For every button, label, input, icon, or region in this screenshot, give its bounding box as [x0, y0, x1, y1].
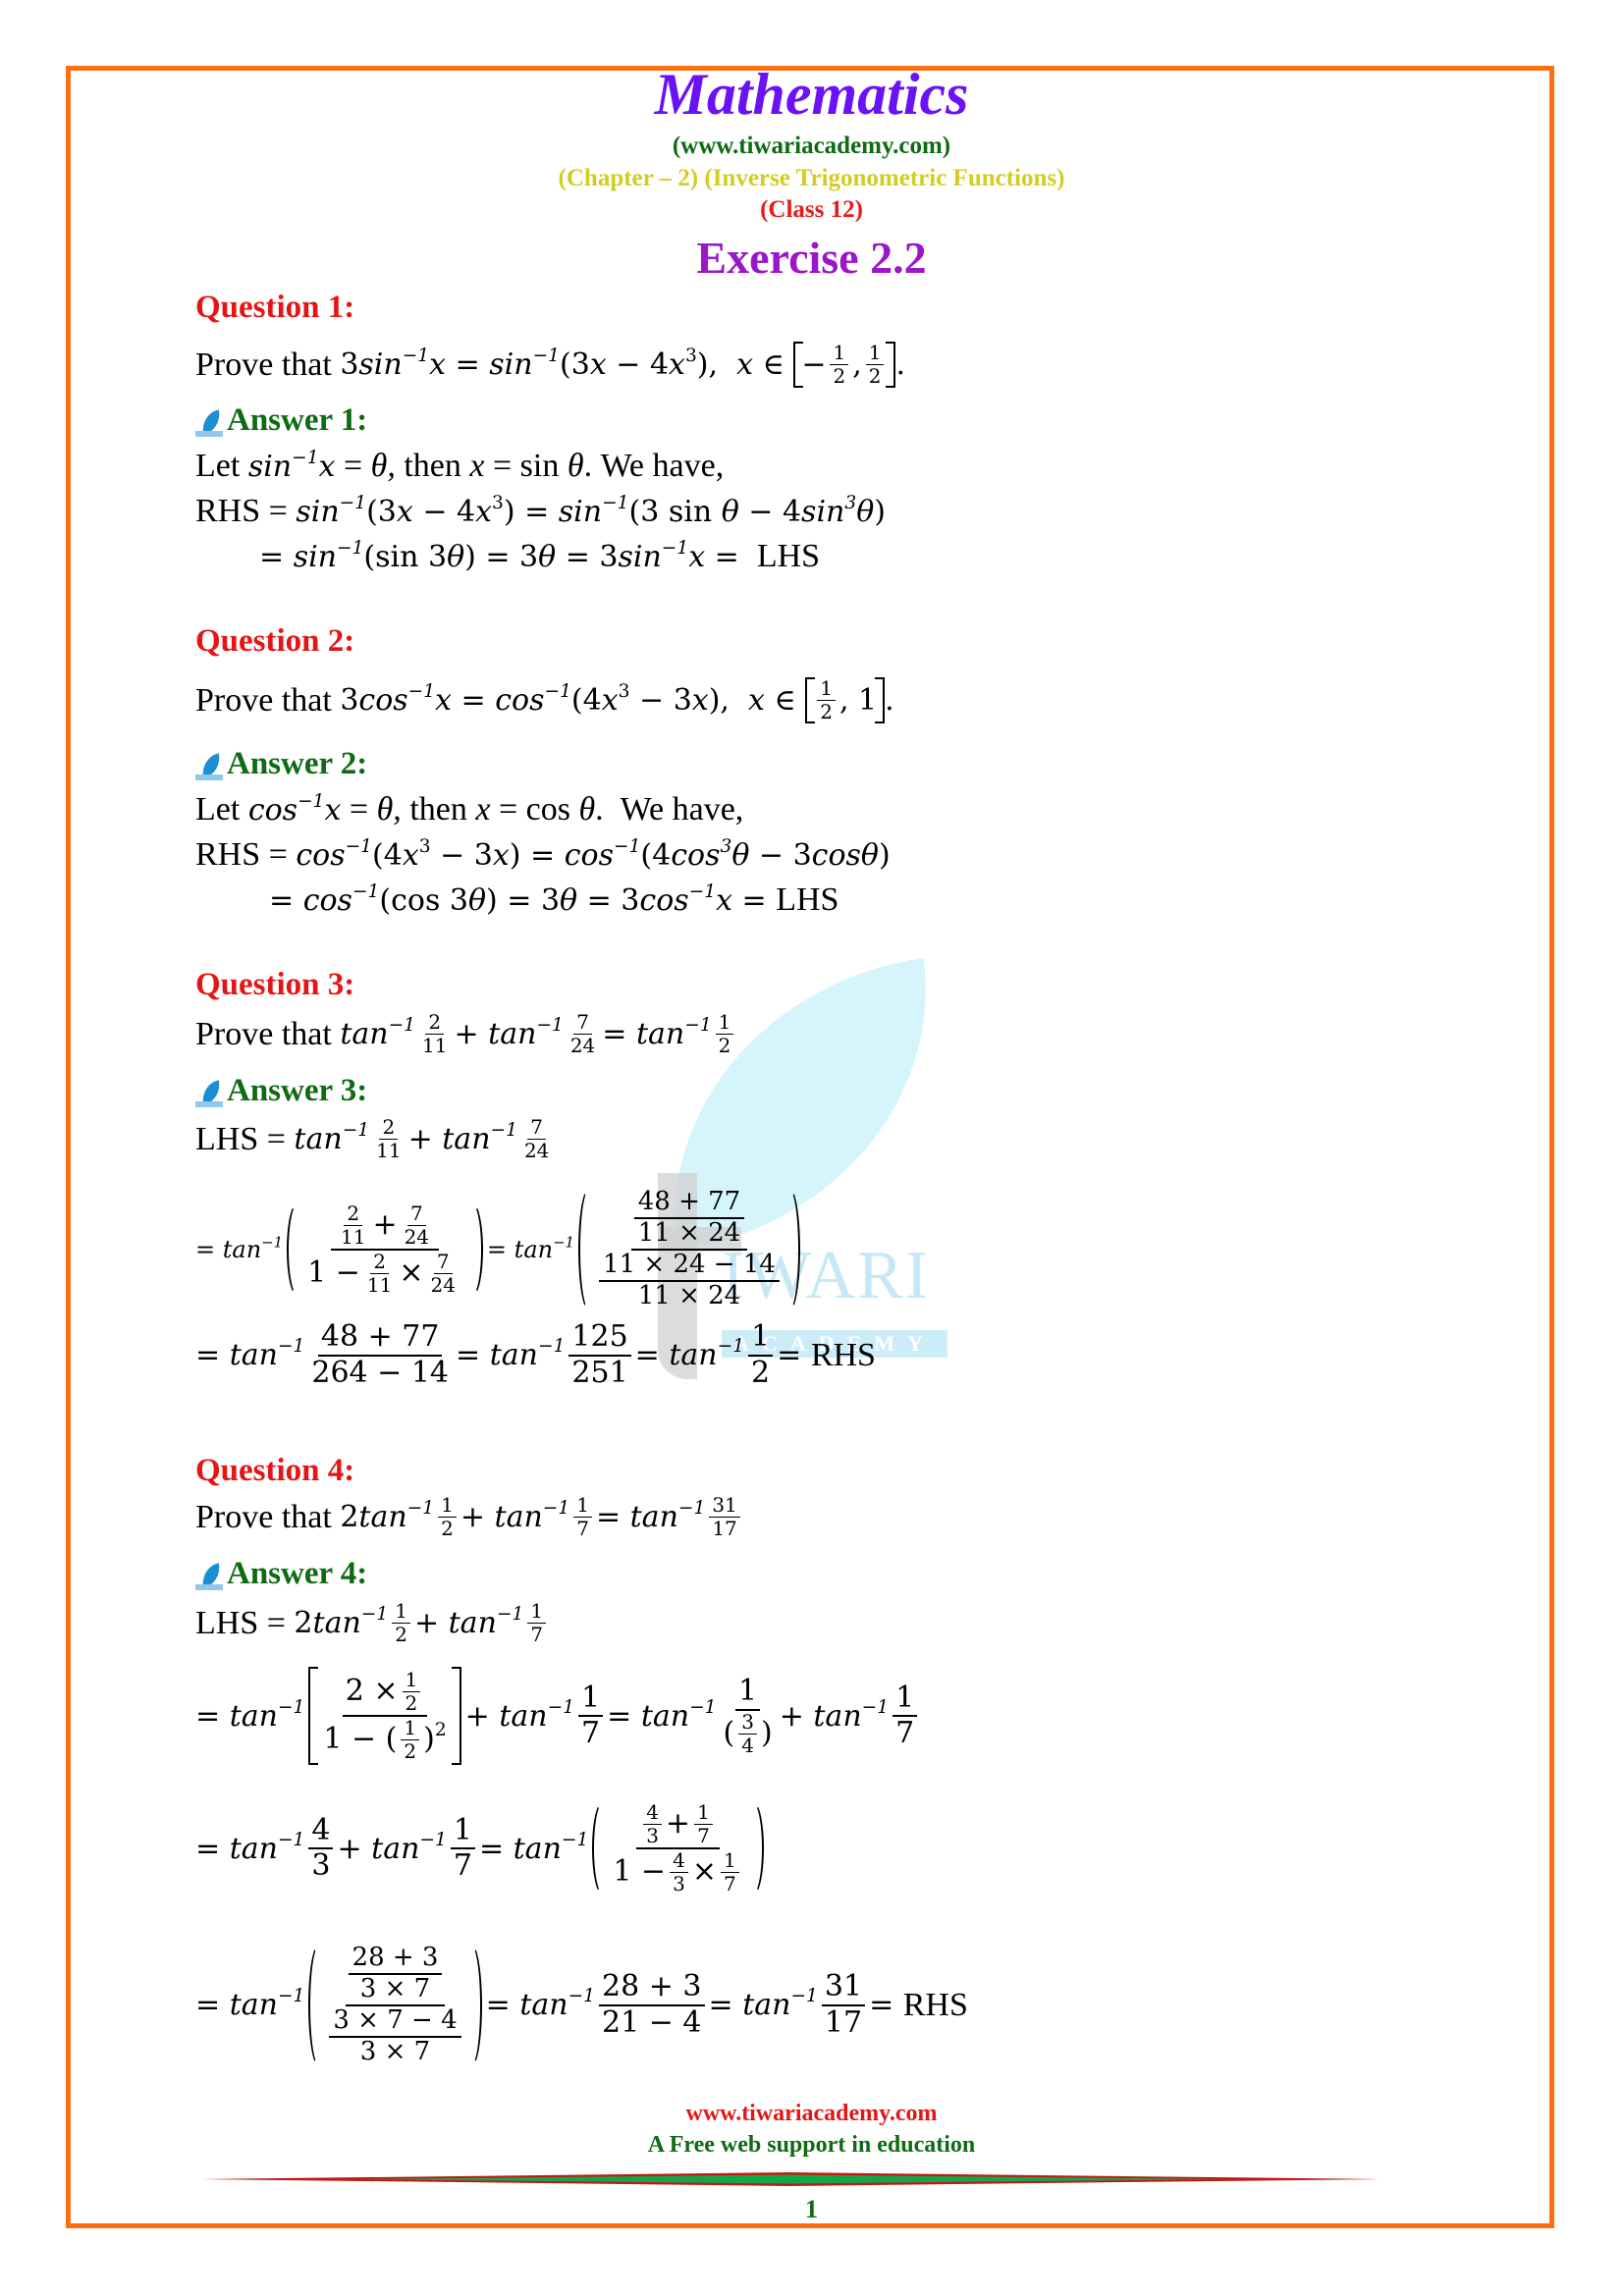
big-parentheses: 4 3 +1 7 1 −4 3 × 1 7	[592, 1801, 765, 1896]
answer-3-label: Answer 3:	[195, 1073, 367, 1109]
question-4-statement: Prove that 2 tan−1 1 2 + tan−1 1 7 = tan−1 31 17	[195, 1494, 744, 1540]
footer-divider	[201, 2172, 1380, 2186]
question-3-statement: Prove that tan−1 2 11 + tan−1 7 24 = tan−1 1 2	[195, 1011, 737, 1057]
answer-4-line-2: = tan−1 2 × 1 2 1 − (1 2)2 + tan−1 1 7 = tan−1…	[195, 1667, 921, 1765]
answer-4-label: Answer 4:	[195, 1556, 367, 1592]
question-2-label: Question 2:	[195, 623, 355, 659]
answer-1-line-1: Let sin−1x = θ, then x = sin θ. We have,	[195, 447, 725, 484]
answer-2-line-3: = cos−1 (cos 3 θ) = 3θ = 3 cos−1x = LHS	[269, 881, 839, 918]
question-1-statement: Prove that 3 sin−1x = sin−1 (3 x − 4 x 3), x …	[195, 341, 906, 388]
answer-1-line-2: RHS = sin−1 (3 x − 4 x 3) = sin−1 (3 sin θ − …	[195, 492, 886, 529]
big-parentheses: 48 + 77 11 × 24 11 × 24 − 14 11 × 24	[578, 1187, 800, 1311]
tiwari-leaf-icon	[195, 1080, 225, 1109]
document-title: Mathematics	[654, 62, 969, 127]
answer-2-line-2: RHS = cos−1 (4 x 3 − 3 x) = cos−1 (4 cos3θ − 3…	[195, 835, 891, 873]
exercise-title: Exercise 2.2	[696, 233, 927, 283]
tiwari-leaf-icon	[195, 753, 225, 782]
answer-3-line-1: LHS = tan−1 2 11 + tan−1 7 24	[195, 1115, 550, 1162]
tiwari-leaf-icon	[195, 1563, 225, 1592]
answer-4-line-4: = tan−1 28 + 33 × 7 3 × 7 − 43 × 7 = tan…	[195, 1943, 968, 2067]
question-4-label: Question 4:	[195, 1453, 355, 1488]
square-brackets: 2 × 1 2 1 − (1 2)2	[308, 1667, 461, 1765]
answer-3-line-2: = tan−1 2 11 +7 24 1 −2 11 × 7 24 = tan−1 48 + …	[195, 1187, 804, 1311]
footer-website: www.tiwariacademy.com	[685, 2101, 938, 2126]
prove-that-text: Prove that	[195, 346, 332, 383]
page-number: 1	[805, 2195, 818, 2223]
footer-tagline: A Free web support in education	[647, 2132, 976, 2158]
answer-3-line-3: = tan−1 48 + 77 264 − 14 = tan−1 125 251 = tan…	[195, 1319, 876, 1390]
big-parentheses: 28 + 33 × 7 3 × 7 − 43 × 7	[308, 1943, 482, 2067]
answer-1-line-3: = sin−1 (sin 3 θ) = 3θ = 3 sin−1x = LHS	[259, 537, 821, 574]
header-website: (www.tiwariacademy.com)	[672, 133, 951, 159]
class-label: (Class 12)	[760, 196, 863, 223]
question-3-label: Question 3:	[195, 967, 355, 1002]
question-2-statement: Prove that 3 cos−1x = cos−1 (4 x 3 − 3 x), x …	[195, 676, 894, 723]
answer-2-line-1: Let cos−1x = θ, then x = cos θ. We have,	[195, 790, 744, 828]
answer-4-line-3: = tan−1 4 3 + tan−1 1 7 = tan−1 4 3 +1 7 1 −4 3 × 1 7	[195, 1801, 768, 1896]
answer-4-line-1: LHS = 2 tan−1 1 2 + tan−1 1 7	[195, 1600, 550, 1646]
chapter-title: (Chapter – 2) (Inverse Trigonometric Fun…	[558, 165, 1065, 191]
tiwari-leaf-icon	[195, 409, 225, 439]
big-parentheses: 2 11 +7 24 1 −2 11 × 7 24	[287, 1201, 483, 1297]
interval-bracket: 12, 1	[805, 677, 886, 723]
answer-2-label: Answer 2:	[195, 746, 367, 782]
question-1-label: Question 1:	[195, 290, 355, 325]
answer-1-label: Answer 1:	[195, 402, 367, 439]
interval-bracket: −1 2, 1 2	[793, 342, 896, 388]
